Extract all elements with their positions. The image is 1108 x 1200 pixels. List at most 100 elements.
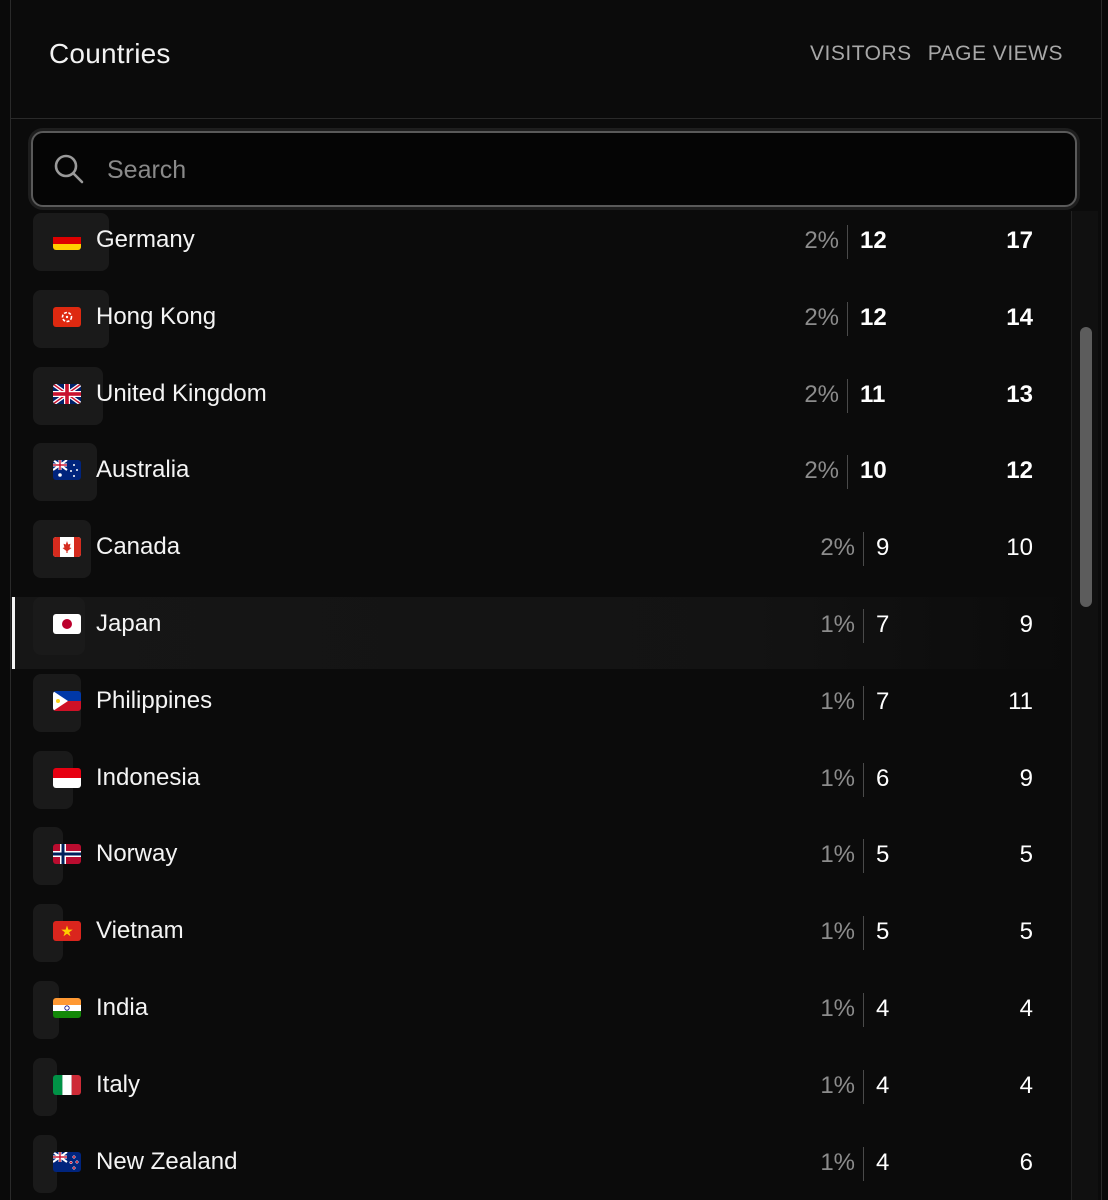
table-row[interactable]: Australia 2% 10 12: [11, 443, 1071, 515]
table-row[interactable]: Canada 2% 9 10: [11, 520, 1071, 592]
panel-header: Countries VISITORS PAGE VIEWS: [11, 0, 1101, 119]
search-input[interactable]: [105, 145, 1049, 195]
page-views-count: 11: [1008, 687, 1033, 715]
visitor-percent: 1%: [820, 764, 855, 792]
country-name: Italy: [96, 1070, 141, 1098]
scrollbar-track[interactable]: [1071, 211, 1098, 1200]
country-name: Hong Kong: [96, 302, 217, 330]
page-views-column-header[interactable]: PAGE VIEWS: [928, 42, 1063, 66]
country-name: Japan: [96, 610, 162, 637]
search-icon: [53, 153, 85, 185]
page-views-count: 4: [1019, 995, 1033, 1022]
table-row[interactable]: Hong Kong 2% 12 14: [11, 289, 1071, 362]
country-list: Germany 2% 12 17 Hong Kong 2% 12 14 United Kingd…: [11, 211, 1071, 1200]
page-views-count: 5: [1019, 918, 1033, 946]
germany-flag-icon: [53, 230, 81, 250]
visitor-percent: 2%: [820, 534, 855, 562]
indonesia-flag-icon: [53, 767, 81, 788]
table-row[interactable]: New Zealand 1% 4 6: [11, 1134, 1071, 1200]
visitors-count: 12: [860, 303, 887, 331]
visitor-percent: 2%: [804, 380, 839, 408]
japan-flag-icon: [53, 614, 81, 634]
table-row[interactable]: Norway 1% 5 5: [11, 827, 1071, 899]
country-name: Philippines: [96, 686, 213, 714]
column-divider: [863, 1146, 864, 1181]
country-name: Norway: [96, 840, 178, 868]
italy-flag-icon: [53, 1074, 81, 1095]
australia-flag-icon: [53, 460, 81, 481]
visitor-percent: 1%: [820, 841, 855, 869]
table-row[interactable]: Germany 2% 12 17: [11, 213, 1071, 285]
page-views-count: 9: [1019, 764, 1033, 792]
column-divider: [863, 839, 864, 874]
column-headers: VISITORS PAGE VIEWS: [810, 42, 1063, 66]
column-divider: [847, 378, 848, 413]
visitors-count: 9: [876, 534, 890, 562]
column-divider: [863, 532, 864, 567]
column-divider: [847, 455, 848, 490]
visitors-count: 5: [876, 841, 890, 869]
search-box[interactable]: [31, 131, 1077, 207]
visitors-count: 6: [876, 764, 890, 792]
united-kingdom-flag-icon: [53, 383, 81, 404]
column-divider: [863, 993, 864, 1027]
visitor-percent: 2%: [804, 303, 839, 331]
column-divider: [863, 609, 864, 643]
visitors-count: 11: [860, 380, 886, 408]
column-divider: [863, 916, 864, 951]
country-name: Australia: [96, 456, 190, 484]
visitor-percent: 1%: [820, 995, 855, 1022]
table-row[interactable]: United Kingdom 2% 11 13: [11, 366, 1071, 439]
india-flag-icon: [53, 998, 81, 1018]
table-row[interactable]: Italy 1% 4 4: [11, 1057, 1071, 1130]
visitor-percent: 2%: [804, 457, 839, 485]
page-views-count: 14: [1006, 303, 1033, 331]
column-divider: [863, 1069, 864, 1104]
visitors-count: 5: [876, 918, 890, 946]
table-row[interactable]: Japan 1% 7 9: [11, 597, 1071, 669]
table-row[interactable]: India 1% 4 4: [11, 981, 1071, 1053]
scrollbar-thumb[interactable]: [1080, 327, 1092, 607]
visitors-count: 4: [876, 995, 890, 1022]
visitor-percent: 1%: [820, 918, 855, 946]
page-views-count: 6: [1019, 1148, 1033, 1176]
country-name: Vietnam: [96, 917, 184, 945]
visitors-count: 4: [876, 1071, 890, 1099]
table-row[interactable]: Indonesia 1% 6 9: [11, 750, 1071, 823]
country-name: Indonesia: [96, 763, 201, 791]
visitor-percent: 1%: [820, 1148, 855, 1176]
page-views-count: 5: [1019, 841, 1033, 869]
visitors-count: 10: [860, 457, 887, 485]
page-views-count: 9: [1019, 611, 1033, 638]
visitors-count: 4: [876, 1148, 890, 1176]
visitor-percent: 1%: [820, 1071, 855, 1099]
panel-title: Countries: [49, 38, 171, 69]
visitors-count: 7: [876, 687, 890, 715]
page-views-count: 13: [1006, 380, 1033, 408]
countries-panel: Countries VISITORS PAGE VIEWS Germany 2% 1…: [10, 0, 1102, 1200]
visitors-column-header[interactable]: VISITORS: [810, 42, 912, 66]
country-name: United Kingdom: [96, 379, 267, 407]
norway-flag-icon: [53, 844, 81, 865]
philippines-flag-icon: [53, 690, 81, 711]
country-name: India: [96, 994, 149, 1021]
page-views-count: 17: [1006, 227, 1033, 254]
column-divider: [863, 762, 864, 797]
visitor-percent: 1%: [820, 687, 855, 715]
page-views-count: 10: [1006, 534, 1033, 562]
column-divider: [847, 301, 848, 336]
table-row[interactable]: Philippines 1% 7 11: [11, 673, 1071, 746]
country-name: New Zealand: [96, 1147, 238, 1175]
column-divider: [847, 225, 848, 259]
country-name: Germany: [96, 226, 195, 253]
vietnam-flag-icon: [53, 921, 81, 942]
visitor-percent: 1%: [820, 611, 855, 638]
table-row[interactable]: Vietnam 1% 5 5: [11, 904, 1071, 976]
visitors-count: 12: [860, 227, 887, 254]
hong-kong-flag-icon: [53, 306, 81, 327]
page-views-count: 4: [1019, 1071, 1033, 1099]
page-views-count: 12: [1006, 457, 1033, 485]
column-divider: [863, 685, 864, 720]
country-name: Canada: [96, 533, 181, 561]
new-zealand-flag-icon: [53, 1151, 81, 1172]
